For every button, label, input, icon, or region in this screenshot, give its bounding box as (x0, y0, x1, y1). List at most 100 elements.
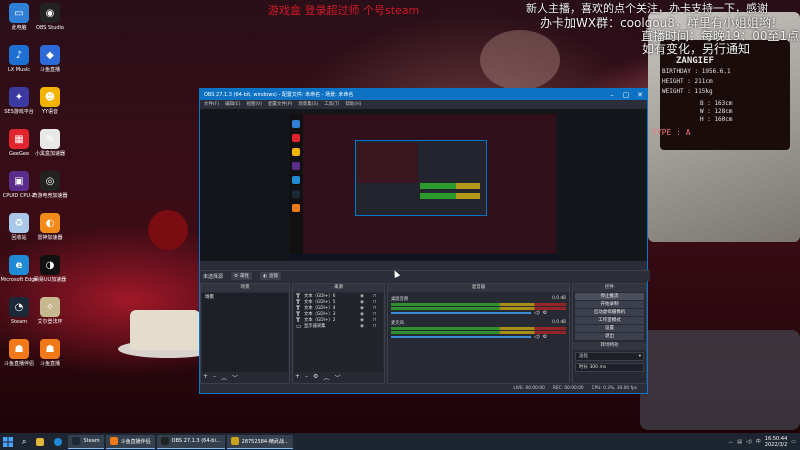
taskbar-edge[interactable] (50, 435, 66, 448)
control-button[interactable]: 工作室模式 (575, 317, 644, 324)
volume-icon[interactable]: ◁) (746, 439, 752, 445)
menu-item[interactable]: 视图(V) (246, 101, 262, 107)
properties-label: 属性 (240, 274, 250, 279)
filters-button[interactable]: ◐ 滤镜 (260, 272, 281, 280)
volume-meter (391, 331, 566, 334)
obs-title-bar[interactable]: OBS 27.1.3 (64-bit, windows) - 配置文件: 未命名… (200, 89, 647, 100)
start-button[interactable] (0, 433, 16, 450)
taskbar-app[interactable]: 斗鱼直播伴侣 (105, 434, 155, 449)
add-icon[interactable]: + (295, 373, 300, 382)
chevron-up-icon[interactable]: ︿ (728, 438, 733, 445)
taskbar-app[interactable]: 28752584-精武战... (226, 434, 293, 449)
duration-field[interactable]: 时长 300 ms (575, 363, 644, 372)
obs-window[interactable]: OBS 27.1.3 (64-bit, windows) - 配置文件: 未命名… (199, 88, 650, 394)
taskbar-app[interactable]: Steam (68, 434, 104, 449)
minimize-icon[interactable]: – (605, 91, 619, 99)
wallpaper-name: ZANGIEF (676, 56, 714, 66)
visibility-icon[interactable]: ◉ (360, 300, 370, 305)
uu-icon: ◑ (40, 255, 60, 275)
control-button[interactable]: 退出 (575, 333, 644, 340)
visibility-icon[interactable]: ◉ (360, 312, 370, 317)
volume-slider[interactable] (391, 336, 531, 338)
properties-button[interactable]: ⚙ 属性 (231, 272, 253, 280)
menu-item[interactable]: 帮助(H) (345, 101, 361, 107)
desktop-icon[interactable]: ☻ YY语音 (35, 87, 65, 115)
volume-meter (391, 307, 566, 310)
preview-icon (292, 204, 300, 212)
scenes-list[interactable]: 场景 (202, 293, 288, 372)
sources-dock-footer: + – ⚙ ︿ ﹀ (295, 373, 340, 382)
clock[interactable]: 16:50:44 2022/3/2 (765, 436, 787, 448)
down-icon[interactable]: ﹀ (232, 373, 238, 382)
sources-list[interactable]: T 文本（GDI+）6 ◉ ⊓ T 文本（GDI+）5 ◉ ⊓ T 文本（GDI+）4 ◉ ⊓ T 文本（… (294, 293, 383, 372)
visibility-icon[interactable]: ◉ (360, 306, 370, 311)
lock-icon[interactable]: ⊓ (373, 294, 383, 299)
visibility-icon[interactable]: ◉ (360, 318, 370, 323)
wallpaper-cake (130, 310, 200, 350)
desktop-icon[interactable]: ◉ OBS Studio (35, 3, 65, 31)
lock-icon[interactable]: ⊓ (373, 312, 383, 317)
visibility-icon[interactable]: ◉ (360, 324, 370, 329)
remove-icon[interactable]: – (305, 373, 308, 382)
up-icon[interactable]: ︿ (323, 373, 329, 382)
source-item[interactable]: ▭ 显示器采集 ◉ ⊓ (294, 323, 383, 330)
obs-icon: ◉ (40, 3, 60, 23)
no-source-selected: 未选择源 (203, 273, 224, 280)
desktop-icon[interactable]: ◎ 奇游电竞加速器 (32, 171, 68, 199)
volume-slider[interactable] (391, 312, 531, 314)
maximize-icon[interactable]: ▢ (619, 91, 633, 99)
taskbar-app[interactable]: OBS 27.1.3 (64-bi... (156, 434, 225, 449)
wallpaper-lamp (480, 30, 560, 90)
lock-icon[interactable]: ⊓ (373, 306, 383, 311)
notification-icon[interactable]: ▭ (791, 439, 796, 445)
volume-meter (391, 303, 566, 306)
down-icon[interactable]: ﹀ (334, 373, 340, 382)
scene-item[interactable]: 场景 (202, 293, 288, 301)
transition-select[interactable]: 淡化 ▾ (575, 352, 644, 361)
lock-icon[interactable]: ⊓ (373, 324, 383, 329)
remove-icon[interactable]: – (213, 373, 216, 382)
desktop-icon[interactable]: ✧ 艾尔登法环 (35, 297, 65, 325)
volume-row: ◁) ⚙ (391, 334, 566, 340)
desktop-icon[interactable]: ◐ 雷神加速器 (35, 213, 65, 241)
desktop-icon[interactable]: ◑ 网易UU加速器 (34, 255, 66, 283)
desktop-icon[interactable]: ✎ 小黑盒加速器 (35, 129, 65, 157)
menu-item[interactable]: 文件(F) (204, 101, 219, 107)
control-button[interactable]: 设置 (575, 325, 644, 332)
live-status: LIVE: 00:00:00 (513, 386, 545, 391)
visibility-icon[interactable]: ◉ (360, 294, 370, 299)
speaker-icon[interactable]: ◁) (534, 334, 540, 340)
up-icon[interactable]: ︿ (221, 373, 227, 382)
lock-icon[interactable]: ⊓ (373, 300, 383, 305)
lock-icon[interactable]: ⊓ (373, 318, 383, 323)
source-toolbar: 未选择源 ⚙ 属性 ◐ 滤镜 (200, 270, 650, 281)
add-icon[interactable]: + (203, 373, 208, 382)
taskbar-explorer[interactable] (32, 435, 48, 448)
obs-preview[interactable] (200, 109, 647, 261)
close-icon[interactable]: ✕ (633, 91, 647, 99)
wallpaper-birthday: BIRTHDAY : 1956.6.1 (662, 68, 731, 75)
desktop-icon-label: 雷神加速器 (37, 235, 63, 241)
taskbar-search[interactable]: ⌕ (18, 435, 30, 448)
taskbar-app-label: Steam (83, 438, 100, 444)
menu-item[interactable]: 工具(T) (324, 101, 339, 107)
menu-item[interactable]: 场景集(S) (298, 101, 318, 107)
control-button[interactable]: 启动虚拟摄像机 (575, 309, 644, 316)
network-icon[interactable]: ▤ (737, 439, 742, 445)
desktop-icon[interactable]: ☗ 斗鱼直播 (35, 339, 65, 367)
yy-icon: ☻ (40, 87, 60, 107)
wallpaper-h: H : 160cm (700, 116, 733, 123)
menu-item[interactable]: 编辑(E) (225, 101, 240, 107)
control-button[interactable]: 开始录制 (575, 301, 644, 308)
ime-icon[interactable]: 中 (756, 438, 761, 445)
edge-icon: e (9, 255, 29, 275)
control-button[interactable]: 停止推流 (575, 293, 644, 300)
preview-canvas[interactable] (289, 114, 556, 259)
menu-item[interactable]: 配置文件(P) (268, 101, 292, 107)
speaker-icon[interactable]: ◁) (534, 310, 540, 316)
desktop-icon[interactable]: ◆ 斗鱼直播 (35, 45, 65, 73)
gear-icon[interactable]: ⚙ (313, 373, 318, 382)
gear-icon[interactable]: ⚙ (543, 334, 547, 340)
folder-icon (36, 437, 45, 446)
gear-icon[interactable]: ⚙ (543, 310, 547, 316)
